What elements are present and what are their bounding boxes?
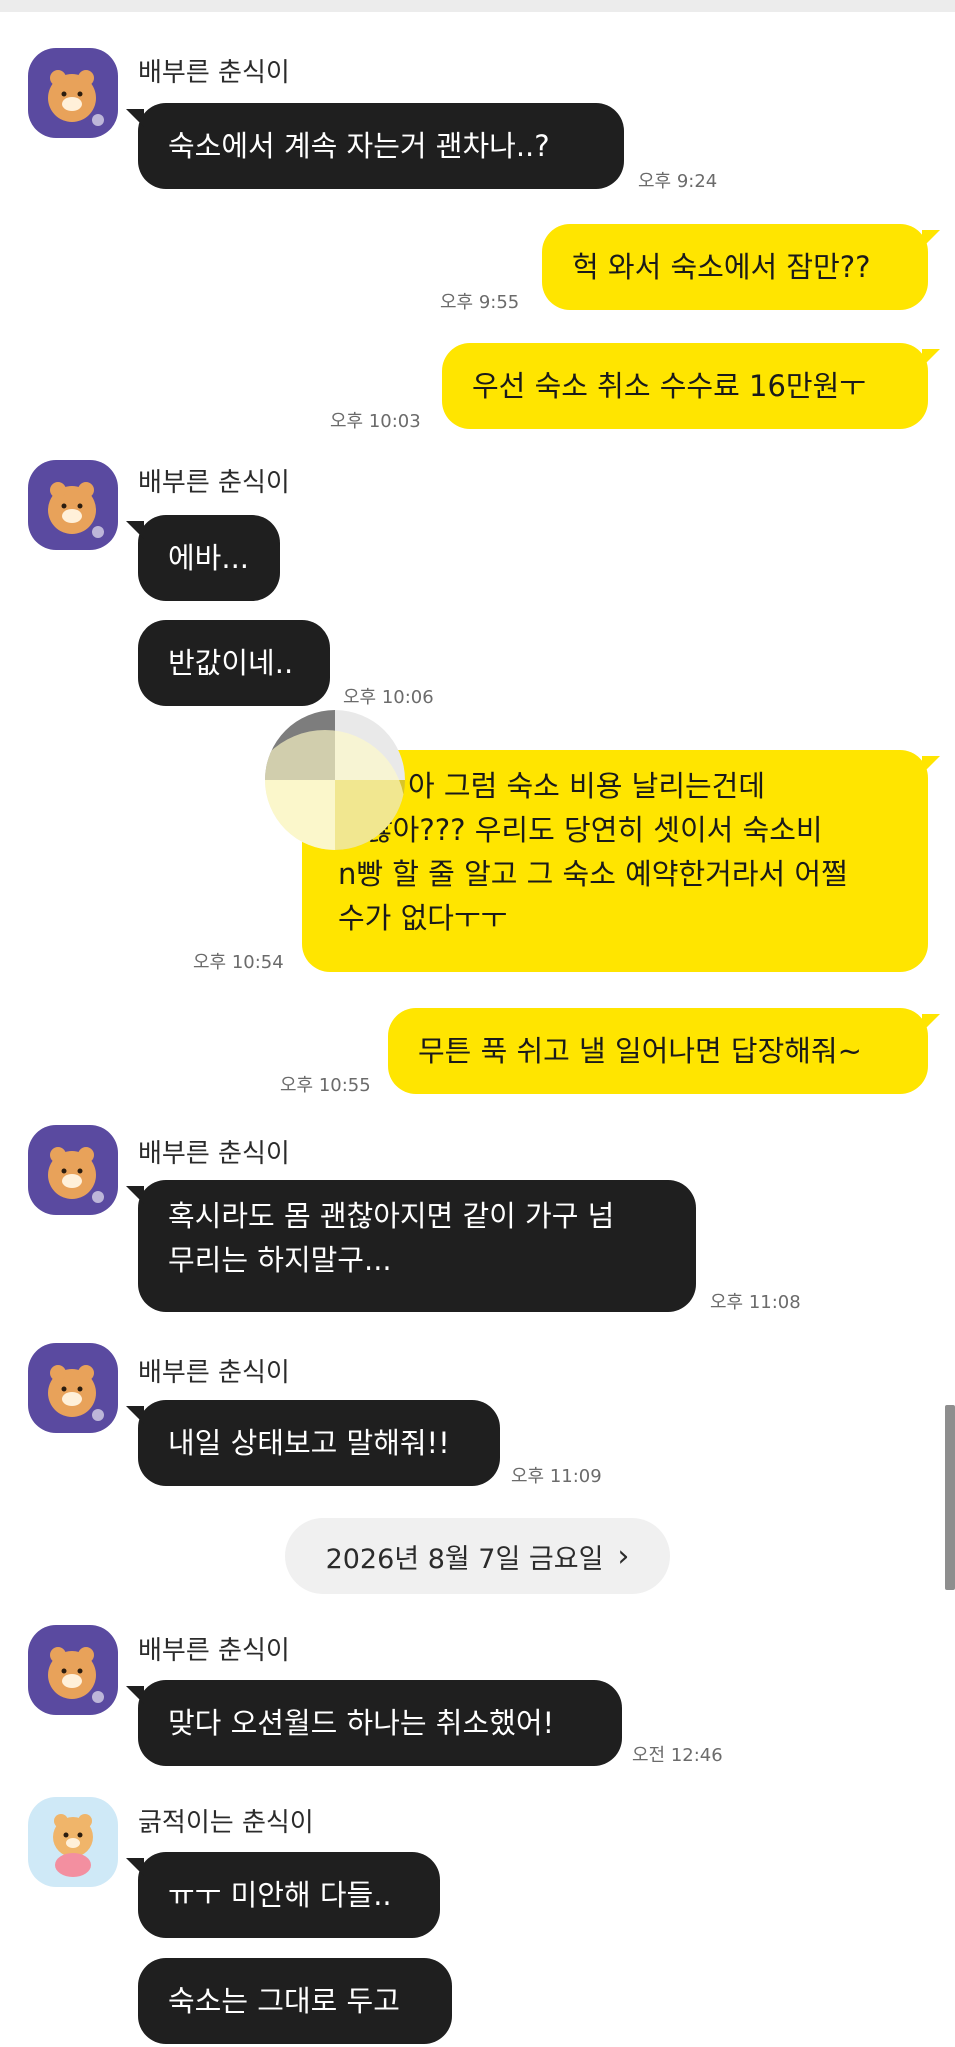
message-time: 오후 10:54 (193, 952, 284, 973)
message-line: 아 그럼 숙소 비용 날리는건데 (408, 769, 766, 803)
outgoing-message-bubble[interactable]: 무튼 푹 쉬고 낼 일어나면 답장해줘~ (388, 1008, 940, 1094)
chevron-right-icon: › (617, 1538, 630, 1574)
message-time: 오후 10:06 (343, 687, 434, 708)
incoming-message-bubble[interactable]: 에바... (126, 515, 280, 601)
message-time: 오후 11:08 (710, 1292, 801, 1313)
top-bar (0, 0, 955, 12)
message-line: 잖아??? 우리도 당연히 셋이서 숙소비 (366, 813, 823, 847)
message-time: 오후 11:09 (511, 1466, 602, 1487)
incoming-message-bubble[interactable]: 혹시라도 몸 괜찮아지면 같이 가구 넘 무리는 하지말구... (126, 1180, 696, 1312)
message-line: 수가 없다ㅜㅜ (338, 901, 508, 935)
incoming-message-bubble[interactable]: 맞다 오션월드 하나는 취소했어! (126, 1680, 622, 1766)
message-time: 오후 10:55 (280, 1075, 371, 1096)
incoming-message-bubble[interactable]: ㅠㅜ 미안해 다들.. (126, 1852, 440, 1938)
sender-name: 배부른 춘식이 (138, 58, 290, 88)
sender-name: 긁적이는 춘식이 (138, 1808, 314, 1838)
avatar-icon[interactable] (28, 460, 118, 550)
date-label: 2026년 8월 7일 금요일 (325, 1543, 604, 1575)
incoming-message-bubble[interactable]: 내일 상태보고 말해줘!! (126, 1400, 500, 1486)
sender-name: 배부른 춘식이 (138, 1636, 290, 1666)
avatar-icon[interactable] (28, 1343, 118, 1433)
sender-name: 배부른 춘식이 (138, 468, 290, 498)
message-line: 혹시라도 몸 괜찮아지면 같이 가구 넘 (168, 1199, 615, 1233)
avatar-icon[interactable] (28, 1797, 118, 1887)
sender-name: 배부른 춘식이 (138, 1139, 290, 1169)
avatar-icon[interactable] (28, 1125, 118, 1215)
message-time: 오후 9:24 (638, 171, 718, 192)
avatar-icon[interactable] (28, 48, 118, 138)
scrollbar[interactable] (945, 1405, 955, 1590)
message-line: n빵 할 줄 알고 그 숙소 예약한거라서 어쩔 (338, 857, 848, 891)
sender-name: 배부른 춘식이 (138, 1358, 290, 1388)
outgoing-message-bubble[interactable]: 헉 와서 숙소에서 잠만?? (542, 224, 940, 310)
outgoing-message-bubble[interactable]: 우선 숙소 취소 수수료 16만원ㅜ (442, 343, 940, 429)
incoming-message-bubble[interactable]: 숙소에서 계속 자는거 괜차나..? (126, 103, 624, 189)
date-divider[interactable]: 2026년 8월 7일 금요일 › (285, 1518, 670, 1594)
message-line: 무리는 하지말구... (168, 1243, 392, 1277)
touch-indicator (265, 710, 405, 850)
incoming-message-bubble[interactable]: 숙소는 그대로 두고 (138, 1958, 452, 2044)
incoming-message-bubble[interactable]: 반값이네.. (138, 620, 330, 706)
avatar-icon[interactable] (28, 1625, 118, 1715)
message-time: 오후 9:55 (440, 292, 520, 313)
message-time: 오후 10:03 (330, 411, 421, 432)
message-time: 오전 12:46 (632, 1745, 723, 1766)
